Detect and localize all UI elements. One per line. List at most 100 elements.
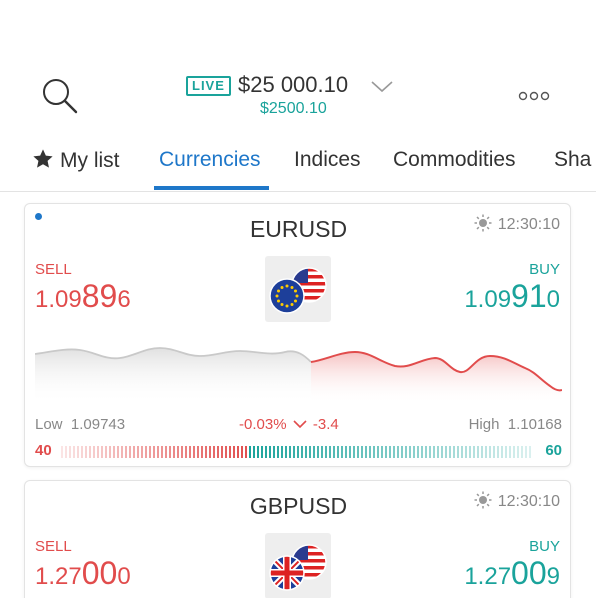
sentiment-tick [77, 446, 79, 458]
sentiment-tick [317, 446, 319, 458]
sentiment-tick [125, 446, 127, 458]
high-label: High [468, 416, 500, 433]
sentiment-tick [61, 446, 63, 458]
sentiment-tick [437, 446, 439, 458]
sentiment-tick [229, 446, 231, 458]
high-value: 1.10168 [507, 416, 562, 433]
history-area [35, 348, 311, 404]
uk-flag-icon [269, 555, 305, 591]
search-button[interactable] [38, 74, 82, 118]
sentiment-tick [297, 446, 299, 458]
sentiment-tick [453, 446, 455, 458]
account-balance-selector[interactable]: LIVE $25 000.10 $2500.10 [180, 72, 420, 122]
price-suffix: 9 [546, 563, 560, 590]
sentiment-tick [193, 446, 195, 458]
tab-currencies[interactable]: Currencies [159, 148, 261, 172]
star-icon [33, 149, 53, 168]
sentiment-tick [433, 446, 435, 458]
price-pips: 91 [511, 278, 547, 314]
sentiment-tick [237, 446, 239, 458]
price-suffix: 6 [117, 286, 131, 313]
sentiment-tick [185, 446, 187, 458]
tab-indices[interactable]: Indices [294, 148, 361, 172]
day-stats: Low 1.09743 -0.03% -3.4 High 1.10168 [35, 416, 562, 436]
price-sparkline-chart [35, 347, 562, 404]
sentiment-tick [365, 446, 367, 458]
sentiment-tick [429, 446, 431, 458]
sentiment-tick [397, 446, 399, 458]
sentiment-tick [177, 446, 179, 458]
quote-time: 12:30:10 [474, 214, 560, 234]
sentiment-bar [61, 446, 531, 458]
low-label: Low [35, 416, 63, 433]
sentiment-tick [277, 446, 279, 458]
sentiment-tick [461, 446, 463, 458]
sentiment-tick [449, 446, 451, 458]
balance-amount: $25 000.10 [238, 72, 349, 97]
sentiment-tick [133, 446, 135, 458]
buy-button[interactable]: 1.09910 [464, 278, 560, 315]
price-pips: 00 [511, 555, 547, 591]
tab-shares[interactable]: Sha [554, 148, 591, 172]
sentiment-tick [101, 446, 103, 458]
sentiment-tick [129, 446, 131, 458]
sentiment-tick [485, 446, 487, 458]
sentiment-tick [261, 446, 263, 458]
arrow-down-icon [293, 420, 307, 429]
instrument-card-gbpusd[interactable]: GBPUSD 12:30:10 SELL 1.27000 BUY 1.27009 [24, 480, 571, 598]
pair-flags [265, 256, 331, 322]
sentiment-tick [417, 446, 419, 458]
sentiment-tick [69, 446, 71, 458]
sentiment-tick [153, 446, 155, 458]
tab-label: My list [60, 149, 120, 172]
sentiment-tick [469, 446, 471, 458]
sentiment-tick [117, 446, 119, 458]
sentiment-tick [137, 446, 139, 458]
sentiment-tick [337, 446, 339, 458]
tab-commodities[interactable]: Commodities [393, 148, 516, 172]
sentiment-tick [389, 446, 391, 458]
sentiment-tick [145, 446, 147, 458]
sentiment-tick [381, 446, 383, 458]
sentiment-tick [321, 446, 323, 458]
sentiment-tick [309, 446, 311, 458]
sell-button[interactable]: 1.09896 [35, 278, 131, 315]
search-icon [43, 79, 78, 114]
sentiment-tick [329, 446, 331, 458]
sentiment-tick [217, 446, 219, 458]
sentiment-tick [405, 446, 407, 458]
sentiment-tick [205, 446, 207, 458]
sentiment-buy-percent: 60 [545, 442, 562, 459]
sentiment-tick [169, 446, 171, 458]
sentiment-tick [493, 446, 495, 458]
time-value: 12:30:10 [497, 493, 560, 510]
sentiment-tick [421, 446, 423, 458]
sentiment-sell-percent: 40 [35, 442, 52, 459]
sentiment-tick [369, 446, 371, 458]
client-sentiment: 40 60 [35, 442, 562, 462]
sell-button[interactable]: 1.27000 [35, 555, 131, 592]
sentiment-tick [521, 446, 523, 458]
price-pips: 00 [81, 555, 118, 591]
sell-label: SELL [35, 538, 72, 555]
tab-my-list[interactable]: My list [32, 148, 120, 173]
sentiment-tick [201, 446, 203, 458]
day-change: -0.03% -3.4 [239, 416, 339, 433]
price-prefix: 1.09 [35, 286, 82, 313]
sun-icon [474, 214, 492, 232]
low-value: 1.09743 [70, 416, 126, 433]
sentiment-tick [477, 446, 479, 458]
instrument-card-eurusd[interactable]: EURUSD 12:30:10 SELL 1.09896 BUY 1.09910… [24, 203, 571, 467]
sentiment-tick [473, 446, 475, 458]
sentiment-tick [501, 446, 503, 458]
tab-label: Currencies [159, 148, 261, 171]
sentiment-tick [109, 446, 111, 458]
change-percent: -0.03% [239, 416, 287, 433]
sentiment-tick [113, 446, 115, 458]
sentiment-tick [325, 446, 327, 458]
sentiment-tick [481, 446, 483, 458]
more-button[interactable] [516, 88, 552, 104]
sentiment-tick [333, 446, 335, 458]
sentiment-tick [209, 446, 211, 458]
buy-button[interactable]: 1.27009 [464, 555, 560, 592]
